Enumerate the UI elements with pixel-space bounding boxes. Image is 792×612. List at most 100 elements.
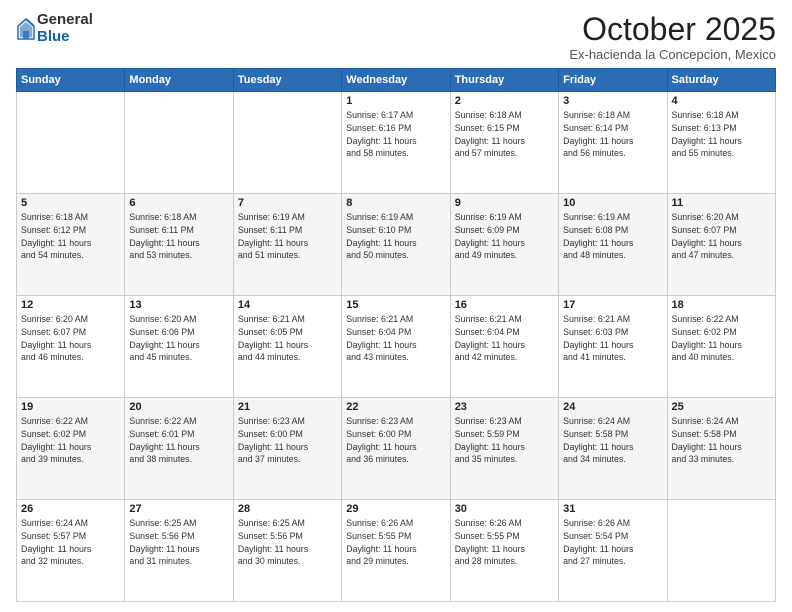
calendar-table: Sunday Monday Tuesday Wednesday Thursday… <box>16 68 776 602</box>
day-info: Sunrise: 6:21 AMSunset: 6:05 PMDaylight:… <box>238 313 337 364</box>
calendar-cell-w2-d2: 7 Sunrise: 6:19 AMSunset: 6:11 PMDaylight… <box>233 194 341 296</box>
day-info: Sunrise: 6:26 AMSunset: 5:54 PMDaylight:… <box>563 517 662 568</box>
day-info: Sunrise: 6:18 AMSunset: 6:15 PMDaylight:… <box>455 109 554 160</box>
day-number: 26 <box>21 503 120 515</box>
day-info: Sunrise: 6:18 AMSunset: 6:14 PMDaylight:… <box>563 109 662 160</box>
calendar-cell-w3-d1: 13Sunrise: 6:20 AMSunset: 6:06 PMDayligh… <box>125 296 233 398</box>
calendar-cell-w2-d0: 5 Sunrise: 6:18 AMSunset: 6:12 PMDaylight… <box>17 194 125 296</box>
calendar-cell-w1-d5: 3 Sunrise: 6:18 AMSunset: 6:14 PMDaylight… <box>559 92 667 194</box>
calendar-cell-w3-d4: 16 Sunrise: 6:21 AMSunset: 6:04 PMDayligh… <box>450 296 558 398</box>
calendar-cell-w4-d2: 21 Sunrise: 6:23 AMSunset: 6:00 PMDayligh… <box>233 398 341 500</box>
day-info: Sunrise: 6:17 AMSunset: 6:16 PMDaylight:… <box>346 109 445 160</box>
calendar-cell-w2-d3: 8 Sunrise: 6:19 AMSunset: 6:10 PMDaylight… <box>342 194 450 296</box>
calendar-cell-w3-d2: 14 Sunrise: 6:21 AMSunset: 6:05 PMDayligh… <box>233 296 341 398</box>
day-info: Sunrise: 6:22 AMSunset: 6:01 PMDaylight:… <box>129 415 228 466</box>
calendar-cell-w5-d3: 29 Sunrise: 6:26 AMSunset: 5:55 PMDayligh… <box>342 500 450 602</box>
calendar-cell-w3-d5: 17Sunrise: 6:21 AMSunset: 6:03 PMDayligh… <box>559 296 667 398</box>
day-info: Sunrise: 6:22 AMSunset: 6:02 PMDaylight:… <box>672 313 771 364</box>
day-info: Sunrise: 6:19 AMSunset: 6:09 PMDaylight:… <box>455 211 554 262</box>
calendar-cell-w5-d5: 31 Sunrise: 6:26 AMSunset: 5:54 PMDayligh… <box>559 500 667 602</box>
day-number: 8 <box>346 197 445 209</box>
calendar-week-2: 5 Sunrise: 6:18 AMSunset: 6:12 PMDaylight… <box>17 194 776 296</box>
day-number: 7 <box>238 197 337 209</box>
day-number: 11 <box>672 197 771 209</box>
calendar-cell-w4-d6: 25 Sunrise: 6:24 AMSunset: 5:58 PMDayligh… <box>667 398 775 500</box>
calendar-cell-w1-d0 <box>17 92 125 194</box>
calendar-cell-w3-d6: 18 Sunrise: 6:22 AMSunset: 6:02 PMDayligh… <box>667 296 775 398</box>
logo-blue: Blue <box>37 29 93 46</box>
day-number: 23 <box>455 401 554 413</box>
day-info: Sunrise: 6:21 AMSunset: 6:04 PMDaylight:… <box>455 313 554 364</box>
calendar-week-4: 19 Sunrise: 6:22 AMSunset: 6:02 PMDayligh… <box>17 398 776 500</box>
calendar-cell-w3-d0: 12Sunrise: 6:20 AMSunset: 6:07 PMDayligh… <box>17 296 125 398</box>
calendar-cell-w5-d1: 27Sunrise: 6:25 AMSunset: 5:56 PMDayligh… <box>125 500 233 602</box>
day-info: Sunrise: 6:19 AMSunset: 6:11 PMDaylight:… <box>238 211 337 262</box>
calendar-cell-w1-d3: 1 Sunrise: 6:17 AMSunset: 6:16 PMDaylight… <box>342 92 450 194</box>
title-block: October 2025 Ex-hacienda la Concepcion, … <box>569 12 776 62</box>
location-subtitle: Ex-hacienda la Concepcion, Mexico <box>569 47 776 62</box>
day-number: 1 <box>346 95 445 107</box>
day-number: 25 <box>672 401 771 413</box>
calendar-cell-w4-d4: 23 Sunrise: 6:23 AMSunset: 5:59 PMDayligh… <box>450 398 558 500</box>
header-tuesday: Tuesday <box>233 69 341 92</box>
calendar-week-1: 1 Sunrise: 6:17 AMSunset: 6:16 PMDaylight… <box>17 92 776 194</box>
calendar-cell-w5-d2: 28Sunrise: 6:25 AMSunset: 5:56 PMDayligh… <box>233 500 341 602</box>
day-info: Sunrise: 6:19 AMSunset: 6:10 PMDaylight:… <box>346 211 445 262</box>
logo-icon <box>17 18 35 40</box>
day-info: Sunrise: 6:24 AMSunset: 5:58 PMDaylight:… <box>563 415 662 466</box>
day-info: Sunrise: 6:22 AMSunset: 6:02 PMDaylight:… <box>21 415 120 466</box>
day-info: Sunrise: 6:24 AMSunset: 5:58 PMDaylight:… <box>672 415 771 466</box>
calendar-cell-w5-d4: 30Sunrise: 6:26 AMSunset: 5:55 PMDayligh… <box>450 500 558 602</box>
day-number: 21 <box>238 401 337 413</box>
day-number: 31 <box>563 503 662 515</box>
day-number: 28 <box>238 503 337 515</box>
calendar-header-row: Sunday Monday Tuesday Wednesday Thursday… <box>17 69 776 92</box>
day-number: 20 <box>129 401 228 413</box>
page: General Blue October 2025 Ex-hacienda la… <box>0 0 792 612</box>
logo: General Blue <box>16 12 93 45</box>
day-number: 14 <box>238 299 337 311</box>
calendar-cell-w2-d5: 10Sunrise: 6:19 AMSunset: 6:08 PMDayligh… <box>559 194 667 296</box>
calendar-cell-w1-d1 <box>125 92 233 194</box>
month-title: October 2025 <box>569 12 776 47</box>
day-number: 4 <box>672 95 771 107</box>
calendar-cell-w2-d6: 11 Sunrise: 6:20 AMSunset: 6:07 PMDayligh… <box>667 194 775 296</box>
header-friday: Friday <box>559 69 667 92</box>
day-info: Sunrise: 6:20 AMSunset: 6:07 PMDaylight:… <box>672 211 771 262</box>
day-number: 16 <box>455 299 554 311</box>
day-info: Sunrise: 6:21 AMSunset: 6:04 PMDaylight:… <box>346 313 445 364</box>
day-info: Sunrise: 6:23 AMSunset: 6:00 PMDaylight:… <box>346 415 445 466</box>
day-info: Sunrise: 6:18 AMSunset: 6:12 PMDaylight:… <box>21 211 120 262</box>
day-number: 19 <box>21 401 120 413</box>
day-number: 3 <box>563 95 662 107</box>
day-info: Sunrise: 6:25 AMSunset: 5:56 PMDaylight:… <box>129 517 228 568</box>
day-number: 15 <box>346 299 445 311</box>
day-info: Sunrise: 6:21 AMSunset: 6:03 PMDaylight:… <box>563 313 662 364</box>
day-info: Sunrise: 6:18 AMSunset: 6:11 PMDaylight:… <box>129 211 228 262</box>
calendar-week-3: 12Sunrise: 6:20 AMSunset: 6:07 PMDayligh… <box>17 296 776 398</box>
calendar-cell-w4-d3: 22 Sunrise: 6:23 AMSunset: 6:00 PMDayligh… <box>342 398 450 500</box>
day-info: Sunrise: 6:24 AMSunset: 5:57 PMDaylight:… <box>21 517 120 568</box>
day-number: 2 <box>455 95 554 107</box>
calendar-cell-w2-d4: 9 Sunrise: 6:19 AMSunset: 6:09 PMDaylight… <box>450 194 558 296</box>
logo-text: General Blue <box>37 12 93 45</box>
day-number: 30 <box>455 503 554 515</box>
logo-general: General <box>37 12 93 29</box>
header: General Blue October 2025 Ex-hacienda la… <box>16 12 776 62</box>
calendar-cell-w1-d4: 2 Sunrise: 6:18 AMSunset: 6:15 PMDaylight… <box>450 92 558 194</box>
header-saturday: Saturday <box>667 69 775 92</box>
day-info: Sunrise: 6:20 AMSunset: 6:07 PMDaylight:… <box>21 313 120 364</box>
day-number: 29 <box>346 503 445 515</box>
day-number: 13 <box>129 299 228 311</box>
calendar-cell-w4-d1: 20 Sunrise: 6:22 AMSunset: 6:01 PMDayligh… <box>125 398 233 500</box>
day-number: 18 <box>672 299 771 311</box>
day-info: Sunrise: 6:23 AMSunset: 5:59 PMDaylight:… <box>455 415 554 466</box>
day-number: 24 <box>563 401 662 413</box>
day-number: 5 <box>21 197 120 209</box>
day-info: Sunrise: 6:26 AMSunset: 5:55 PMDaylight:… <box>346 517 445 568</box>
day-number: 22 <box>346 401 445 413</box>
header-monday: Monday <box>125 69 233 92</box>
day-number: 9 <box>455 197 554 209</box>
calendar-week-5: 26 Sunrise: 6:24 AMSunset: 5:57 PMDayligh… <box>17 500 776 602</box>
day-info: Sunrise: 6:23 AMSunset: 6:00 PMDaylight:… <box>238 415 337 466</box>
